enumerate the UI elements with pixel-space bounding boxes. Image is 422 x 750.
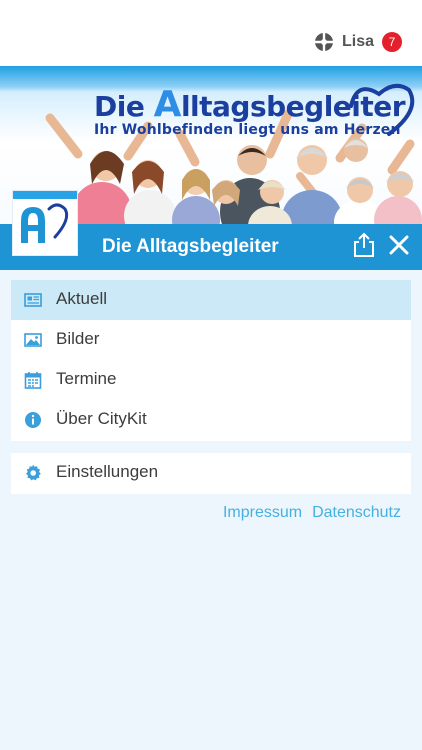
datenschutz-link[interactable]: Datenschutz <box>312 504 401 522</box>
menu-item-label: Termine <box>56 369 117 388</box>
app-title: Die Alltagsbegleiter <box>102 236 279 257</box>
menu-item-aktuell[interactable]: Aktuell <box>11 280 411 320</box>
impressum-link[interactable]: Impressum <box>223 504 302 522</box>
logo-mark-icon <box>21 203 69 243</box>
menu-item-label: Aktuell <box>56 289 108 308</box>
menu-item-einstellungen[interactable]: Einstellungen <box>11 453 411 493</box>
image-icon <box>24 333 42 347</box>
user-name[interactable]: Lisa <box>342 33 374 51</box>
close-icon[interactable] <box>388 234 410 256</box>
gear-icon <box>26 464 41 481</box>
banner-title-part1: Die <box>94 90 154 123</box>
menu-card: Aktuell Bilder Termine Über CityKit <box>11 280 411 441</box>
heart-icon <box>349 83 415 136</box>
top-bar: Lisa 7 <box>0 0 422 66</box>
notification-badge[interactable]: 7 <box>382 32 402 52</box>
app-logo <box>12 190 78 256</box>
share-icon[interactable] <box>352 232 376 258</box>
calendar-icon <box>24 372 42 389</box>
menu-item-bilder[interactable]: Bilder <box>11 320 411 360</box>
settings-card: Einstellungen <box>11 453 411 494</box>
menu-item-label: Bilder <box>56 329 100 348</box>
user-switcher[interactable]: Lisa 7 <box>314 32 402 52</box>
menu-item-termine[interactable]: Termine <box>11 360 411 400</box>
menu-item-label: Einstellungen <box>56 462 159 481</box>
menu-item-ueber-citykit[interactable]: Über CityKit <box>11 400 411 440</box>
footer-links: Impressum Datenschutz <box>213 504 401 522</box>
user-switch-icon <box>314 33 333 51</box>
banner-title-big-letter: A <box>153 84 182 125</box>
info-icon <box>25 412 41 428</box>
menu-item-label: Über CityKit <box>56 409 147 428</box>
news-icon <box>24 293 42 307</box>
logo-top-bar <box>13 191 77 199</box>
